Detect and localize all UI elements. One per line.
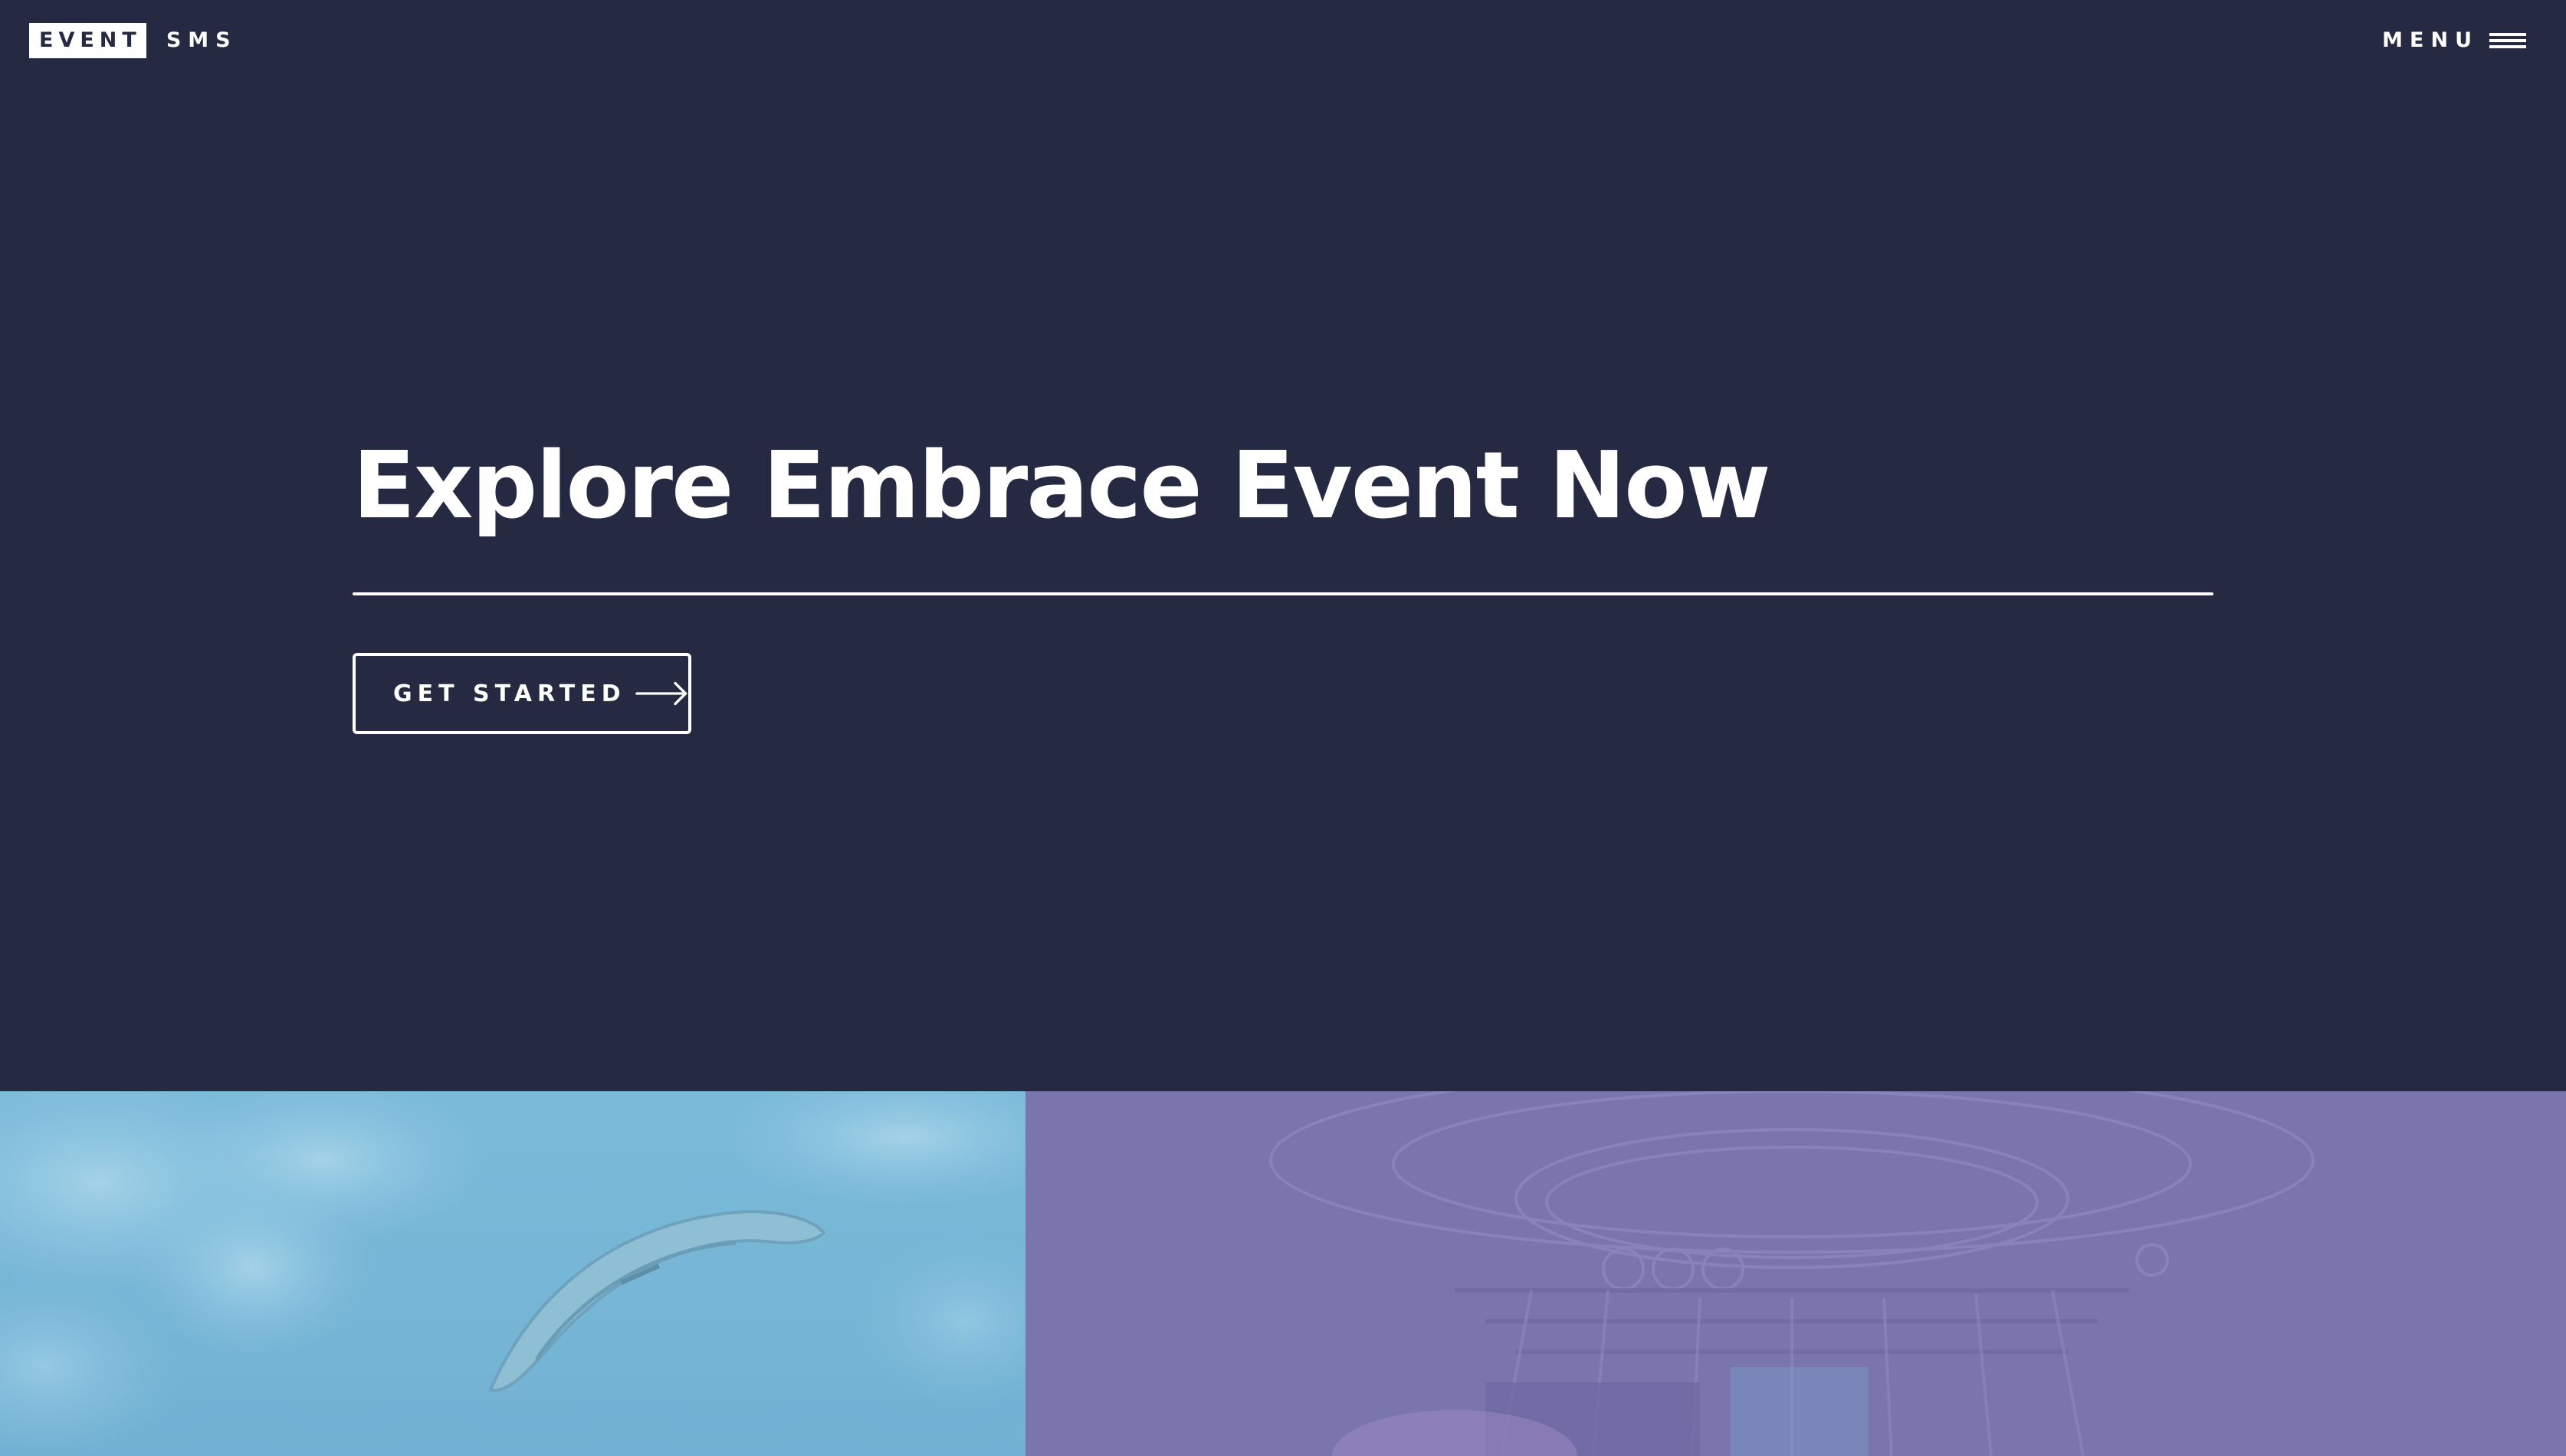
logo[interactable]: EVENT SMS xyxy=(29,23,238,58)
get-started-label: GET STARTED xyxy=(393,680,626,707)
hero-title: Explore Embrace Event Now xyxy=(353,433,1770,539)
menu-button[interactable]: MENU xyxy=(2382,23,2526,58)
page: EVENT SMS MENU Explore Embrace Event Now… xyxy=(0,0,2566,1456)
paraglider-image xyxy=(0,1091,1025,1456)
hamburger-icon xyxy=(2489,31,2526,51)
logo-box-text: EVENT xyxy=(29,23,146,58)
stage-image xyxy=(1269,1091,2315,1456)
hero-divider xyxy=(353,592,2213,595)
get-started-button[interactable]: GET STARTED xyxy=(353,653,691,734)
arrow-right-icon xyxy=(635,681,687,706)
paraglider-image-panel[interactable] xyxy=(0,1091,1025,1456)
menu-label: MENU xyxy=(2382,28,2479,52)
logo-text: SMS xyxy=(166,28,238,52)
stage-image-panel[interactable] xyxy=(1025,1091,2566,1456)
